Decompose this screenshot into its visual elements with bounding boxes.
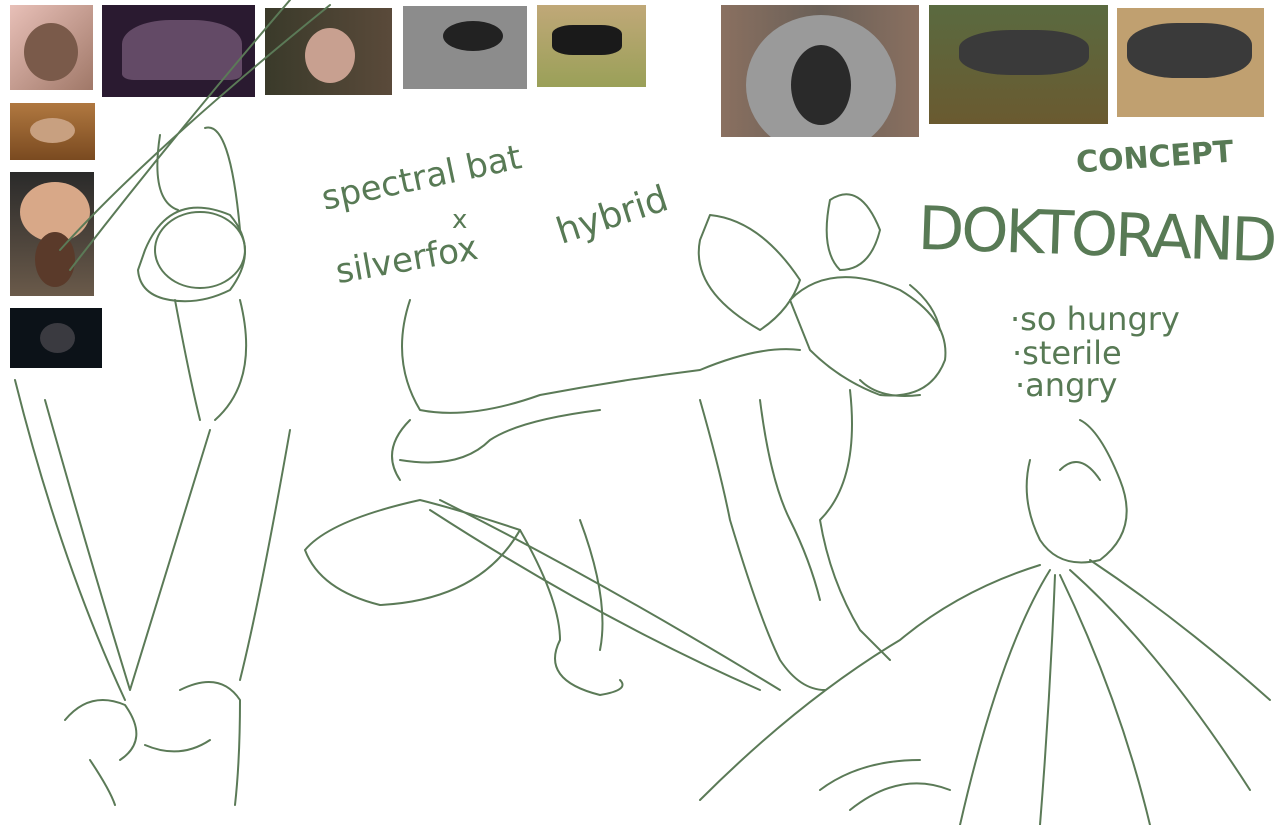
trait-1: ·so hungry [1010,300,1180,338]
sketch-drawing [14,0,1271,825]
trait-3: ·angry [1015,366,1118,404]
character-name: DOKTORAND [916,193,1275,277]
wing-claw-sketch [699,419,1271,825]
bat-hanging-sketch [14,0,331,806]
